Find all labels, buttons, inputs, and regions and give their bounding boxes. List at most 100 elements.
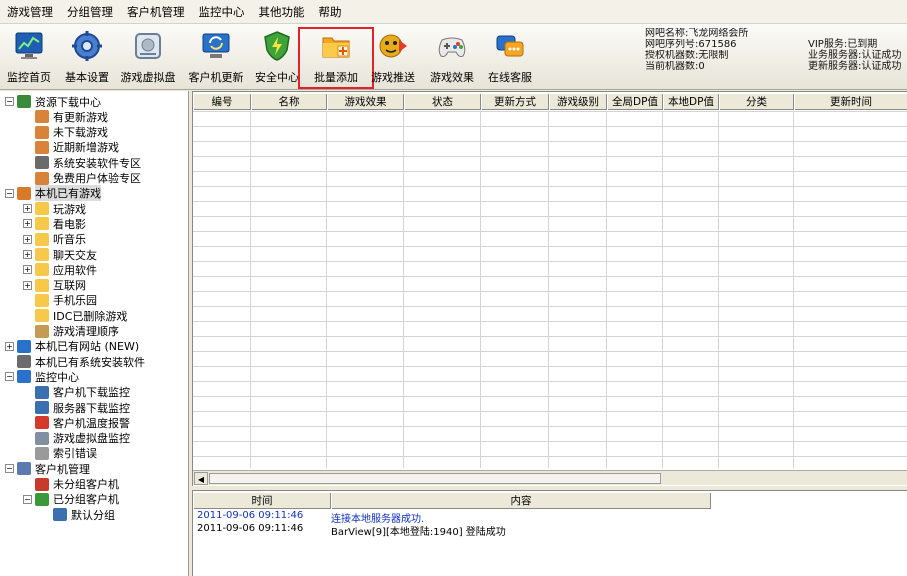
- collapse-icon[interactable]: −: [5, 372, 14, 382]
- tree-item[interactable]: 客户机下载监控: [23, 385, 130, 400]
- tree-item[interactable]: − 监控中心: [5, 369, 79, 384]
- tree-item-label: 本机已有游戏: [35, 185, 101, 202]
- tree-item[interactable]: 手机乐园: [23, 293, 97, 308]
- server-icon: [35, 401, 49, 414]
- column-header[interactable]: 分类: [719, 94, 794, 110]
- user-icon: [35, 125, 49, 139]
- toolbar-button-label: 客户机更新: [188, 71, 244, 84]
- toolbar-button-1[interactable]: 基本设置: [59, 28, 115, 86]
- tree-item[interactable]: − 本机已有游戏: [5, 185, 101, 202]
- grid-column-line: [548, 111, 549, 468]
- toolbar-button-0[interactable]: 监控首页: [3, 28, 55, 86]
- tree-item[interactable]: 游戏虚拟盘监控: [23, 431, 130, 446]
- tree-item[interactable]: − 已分组客户机: [23, 492, 119, 507]
- tree-item[interactable]: 未下载游戏: [23, 125, 108, 140]
- expand-icon[interactable]: +: [23, 250, 32, 259]
- collapse-icon[interactable]: −: [5, 97, 14, 106]
- tree-item[interactable]: 索引错误: [23, 446, 97, 461]
- toolbar-button-2[interactable]: 游戏虚拟盘: [117, 28, 179, 86]
- index-error-icon: [35, 446, 49, 460]
- log-column-header[interactable]: 内容: [331, 493, 711, 509]
- toolbar-button-5[interactable]: 批量添加: [298, 27, 374, 89]
- tree-item[interactable]: 游戏清理顺序: [23, 324, 119, 339]
- toolbar-button-6[interactable]: 游戏推送: [367, 28, 419, 86]
- tree-item[interactable]: + 本机已有网站 (NEW): [5, 339, 139, 354]
- tree-item[interactable]: + 互联网: [23, 278, 86, 293]
- column-header[interactable]: 游戏级别: [549, 94, 607, 110]
- toolbar-button-3[interactable]: 客户机更新: [183, 28, 249, 86]
- toolbar-button-label: 批量添加: [314, 71, 358, 84]
- toolbar-button-8[interactable]: 在线客服: [482, 28, 538, 86]
- tree-item[interactable]: IDC已删除游戏: [23, 308, 127, 323]
- expand-icon[interactable]: +: [23, 219, 32, 229]
- tree-item[interactable]: + 看电影: [23, 216, 86, 231]
- grid-column-line: [793, 111, 794, 468]
- menu-item-3[interactable]: 监控中心: [192, 0, 252, 24]
- tree-item[interactable]: + 聊天交友: [23, 247, 97, 262]
- tree-item-label: 有更新游戏: [53, 110, 108, 124]
- info-row: 网吧序列号:671586 VIP服务:已到期: [645, 39, 907, 50]
- tree-item[interactable]: 系统安装软件专区: [23, 155, 141, 170]
- info-right: VIP服务:已到期: [808, 39, 878, 50]
- tree-item[interactable]: 服务器下载监控: [23, 400, 130, 415]
- menu-item-0[interactable]: 游戏管理: [0, 0, 60, 24]
- tree-item[interactable]: 本机已有系统安装软件: [5, 354, 145, 369]
- expand-icon[interactable]: +: [23, 280, 32, 290]
- tree-item[interactable]: 未分组客户机: [23, 477, 119, 492]
- expand-icon[interactable]: +: [23, 204, 32, 214]
- tree-item-label: 玩游戏: [53, 202, 86, 216]
- tree-item[interactable]: 近期新增游戏: [23, 140, 119, 155]
- column-header[interactable]: 名称: [251, 94, 327, 110]
- toolbar-button-label: 游戏推送: [371, 71, 415, 84]
- ie-icon: [17, 339, 31, 353]
- column-header[interactable]: 本地DP值: [663, 94, 719, 110]
- tree-item-label: 客户机温度报警: [53, 416, 130, 430]
- tree-item[interactable]: + 玩游戏: [23, 201, 86, 216]
- collapse-icon[interactable]: −: [23, 494, 32, 504]
- column-header[interactable]: 游戏效果: [327, 94, 404, 110]
- tree-item[interactable]: 有更新游戏: [23, 109, 108, 124]
- info-right: 更新服务器:认证成功: [808, 61, 902, 72]
- toolbar-button-label: 基本设置: [65, 71, 109, 84]
- horizontal-scrollbar[interactable]: ◀: [193, 470, 907, 485]
- expand-icon[interactable]: +: [5, 341, 14, 351]
- info-left: 网吧序列号:671586: [645, 39, 737, 50]
- expand-icon[interactable]: +: [23, 234, 32, 244]
- toolbar-button-4[interactable]: 安全中心: [252, 28, 302, 86]
- tree-item-label: 聊天交友: [53, 248, 97, 262]
- toolbar: 网吧名称:飞龙网络会所 网吧序列号:671586 VIP服务:已到期 授权机器数:无限…: [0, 24, 907, 90]
- thermometer-icon: [35, 416, 49, 430]
- tree-item[interactable]: 默认分组: [41, 507, 115, 522]
- column-header[interactable]: 状态: [404, 94, 481, 110]
- column-header[interactable]: 编号: [193, 94, 251, 110]
- tree-item[interactable]: 免费用户体验专区: [23, 171, 141, 186]
- scroll-left-icon[interactable]: ◀: [194, 472, 208, 485]
- tree-item[interactable]: − 客户机管理: [5, 461, 90, 476]
- column-header[interactable]: 更新方式: [481, 94, 549, 110]
- tree-item[interactable]: 客户机温度报警: [23, 415, 130, 430]
- info-left: 网吧名称:飞龙网络会所: [645, 28, 749, 39]
- menu-item-1[interactable]: 分组管理: [60, 0, 120, 24]
- grid-column-line: [480, 111, 481, 468]
- collapse-icon[interactable]: −: [5, 188, 14, 198]
- games-table-body[interactable]: [193, 111, 907, 468]
- collapse-icon[interactable]: −: [5, 464, 14, 474]
- column-header[interactable]: 全局DP值: [607, 94, 663, 110]
- expand-icon[interactable]: +: [23, 265, 32, 275]
- column-header[interactable]: 更新时间: [794, 94, 907, 110]
- grid-column-line: [718, 111, 719, 468]
- menu-item-5[interactable]: 帮助: [312, 0, 349, 24]
- tree-item-label: 服务器下载监控: [53, 401, 130, 415]
- tree-item[interactable]: + 应用软件: [23, 262, 97, 277]
- navigation-tree[interactable]: − 资源下载中心 有更新游戏 未下载游戏 近期新增游戏 系统安装软件专区 免费用户体验专区 −…: [0, 91, 189, 576]
- menu-item-2[interactable]: 客户机管理: [120, 0, 192, 24]
- tree-item[interactable]: + 听音乐: [23, 232, 86, 247]
- grid-column-line: [403, 111, 404, 468]
- menu-item-4[interactable]: 其他功能: [252, 0, 312, 24]
- tree-item[interactable]: − 资源下载中心: [5, 94, 101, 109]
- games-table: 编号 名称 游戏效果 状态 更新方式 游戏级别 全局DP值 本地DP值 分类 更新时间 ◀: [192, 91, 907, 486]
- scrollbar-thumb[interactable]: [209, 473, 661, 484]
- gear-icon: [71, 28, 103, 65]
- log-column-header[interactable]: 时间: [193, 493, 331, 509]
- toolbar-button-7[interactable]: 游戏效果: [426, 28, 478, 86]
